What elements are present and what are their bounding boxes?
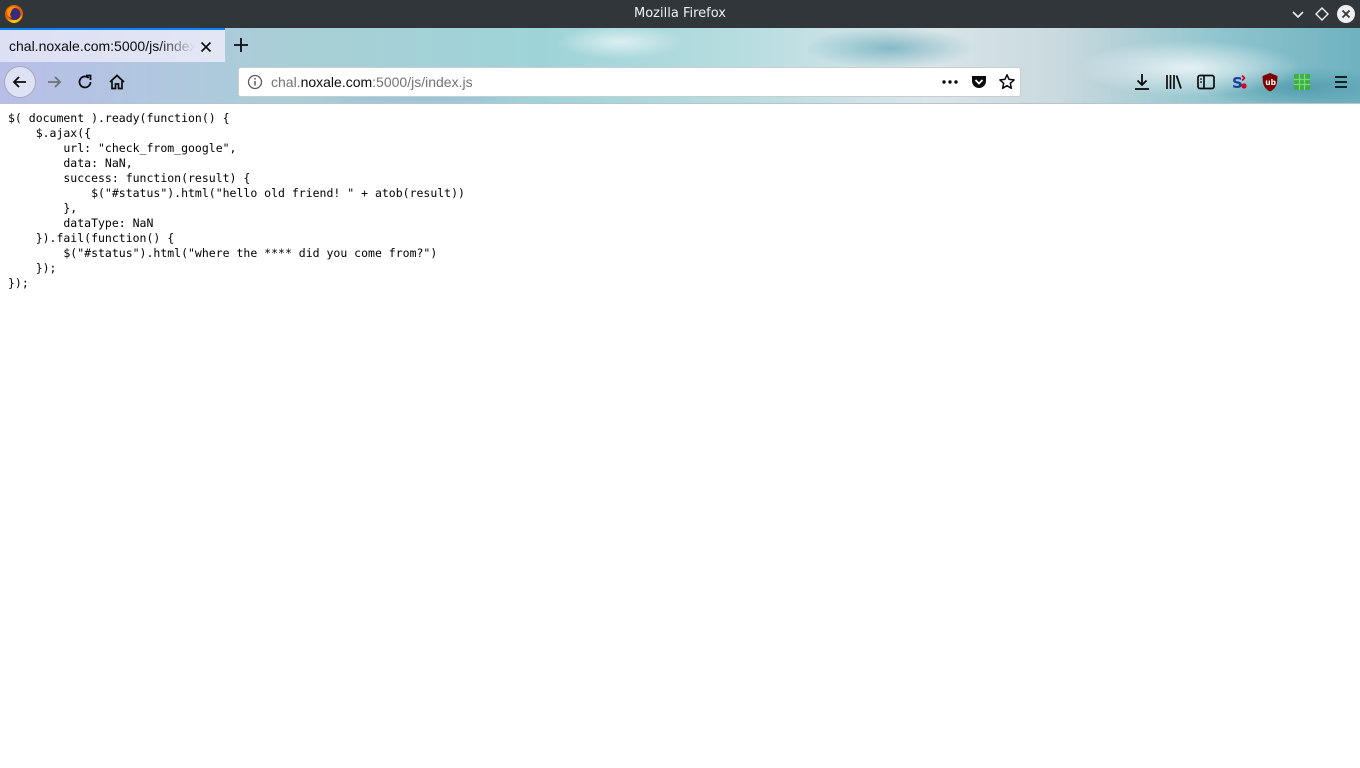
window-title: Mozilla Firefox (634, 6, 726, 21)
site-info-icon[interactable] (247, 74, 263, 90)
page-content: $( document ).ready(function() { $.ajax(… (0, 104, 1360, 768)
maximize-icon[interactable] (1312, 4, 1332, 24)
tab-title: chal.noxale.com:5000/js/index.js (9, 38, 195, 54)
back-arrow-icon (11, 73, 29, 91)
tab-close-icon[interactable] (198, 39, 214, 55)
url-path: :5000/js/index.js (372, 74, 473, 90)
reload-button[interactable] (71, 68, 99, 96)
extension-s-icon[interactable]: S (1225, 68, 1253, 96)
url-prefix: chal. (271, 74, 301, 90)
new-tab-icon[interactable] (229, 34, 253, 56)
downloads-icon[interactable] (1128, 68, 1156, 96)
ublock-origin-icon[interactable]: ub (1256, 68, 1284, 96)
svg-text:ub: ub (1265, 78, 1276, 87)
back-button[interactable] (4, 66, 36, 98)
bookmark-star-icon[interactable] (998, 73, 1016, 91)
hamburger-menu-icon[interactable] (1327, 68, 1355, 96)
url-host: noxale.com (300, 74, 373, 90)
library-icon[interactable] (1160, 68, 1188, 96)
svg-text:S: S (1232, 74, 1243, 92)
forward-arrow-icon (45, 73, 63, 91)
window-titlebar: Mozilla Firefox (0, 0, 1360, 28)
home-icon (108, 73, 126, 91)
pocket-icon[interactable] (970, 73, 988, 91)
extension-green-icon[interactable] (1288, 68, 1316, 96)
sidebar-icon[interactable] (1192, 68, 1220, 96)
source-code: $( document ).ready(function() { $.ajax(… (8, 111, 465, 290)
minimize-icon[interactable] (1288, 4, 1308, 24)
reload-icon (76, 73, 94, 91)
forward-button[interactable] (40, 68, 68, 96)
tab-active[interactable]: chal.noxale.com:5000/js/index.js (0, 28, 225, 62)
url-bar[interactable]: chal.noxale.com:5000/js/index.js (238, 67, 1021, 97)
url-text[interactable]: chal.noxale.com:5000/js/index.js (271, 68, 473, 96)
home-button[interactable] (103, 68, 131, 96)
browser-toolbar: chal.noxale.com:5000/js/index.js chal.no… (0, 28, 1360, 104)
close-window-icon[interactable] (1336, 4, 1356, 24)
page-actions-icon[interactable] (940, 73, 960, 91)
